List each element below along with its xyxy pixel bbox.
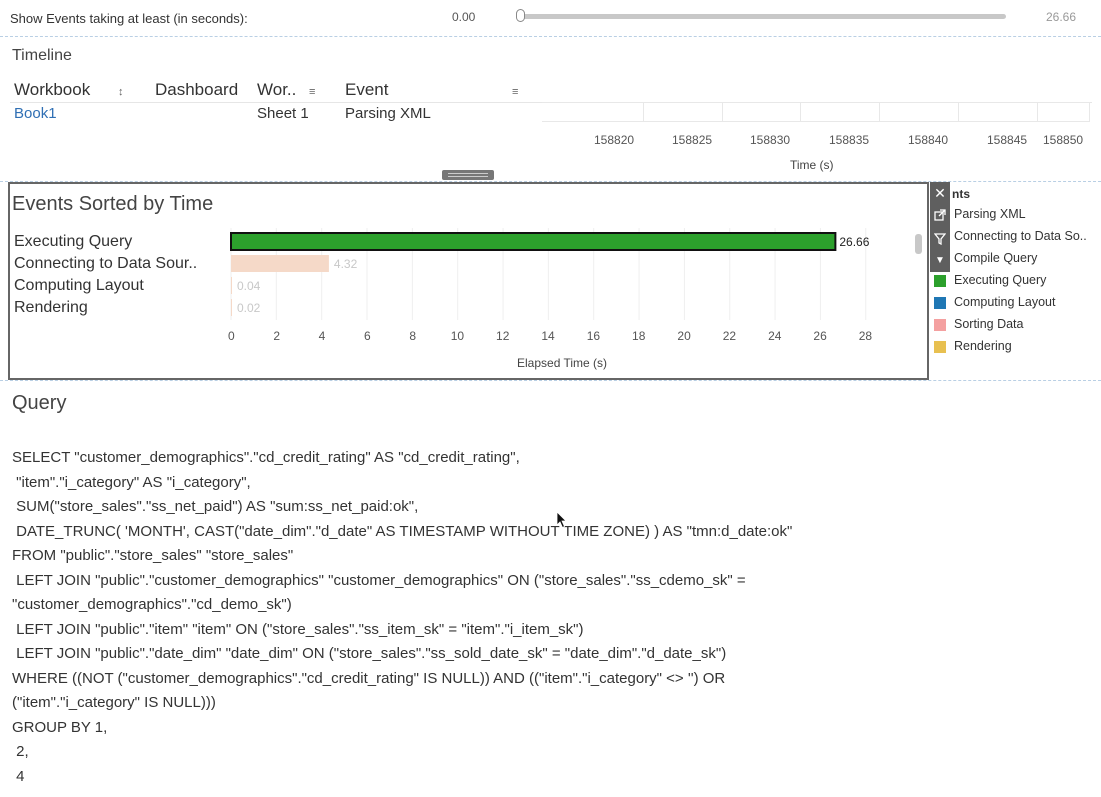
- legend-label: Rendering: [954, 339, 1012, 353]
- sort-icon[interactable]: ≡: [309, 86, 315, 98]
- legend-label: Connecting to Data So..: [954, 229, 1087, 243]
- events-panel-title: Events Sorted by Time: [12, 193, 214, 215]
- x-axis-title: Elapsed Time (s): [517, 356, 608, 370]
- bar-value-label: 0.04: [237, 279, 261, 293]
- timeline-tick-label: 158820: [594, 133, 635, 147]
- x-tick-label: 14: [541, 329, 555, 343]
- timeline-tick-label: 158825: [672, 133, 713, 147]
- section-divider: [0, 380, 1101, 381]
- column-header-workbook[interactable]: Workbook: [14, 80, 90, 100]
- events-scrollbar[interactable]: [915, 234, 922, 254]
- x-tick-label: 0: [228, 329, 235, 343]
- timeline-tick-label: 158840: [908, 133, 949, 147]
- timeline-gridline: [958, 103, 959, 121]
- cell-event: Parsing XML: [345, 105, 431, 122]
- timeline-gridline: [643, 103, 644, 121]
- timeline-tick-label: 158850: [1043, 133, 1084, 147]
- sort-icon[interactable]: ↕: [118, 86, 124, 98]
- legend-label: Sorting Data: [954, 317, 1024, 331]
- x-tick-label: 10: [450, 329, 465, 343]
- legend-label: Compile Query: [954, 251, 1038, 265]
- event-bar[interactable]: [230, 232, 837, 251]
- dropdown-icon[interactable]: ▼: [930, 250, 950, 272]
- category-label: Computing Layout: [14, 277, 144, 294]
- category-label: Executing Query: [14, 233, 133, 250]
- timeline-tick-label: 158835: [829, 133, 870, 147]
- x-tick-label: 6: [364, 329, 371, 343]
- timeline-title: Timeline: [12, 47, 72, 64]
- timeline-gridline: [800, 103, 801, 121]
- x-tick-label: 18: [632, 329, 646, 343]
- column-header-dashboard[interactable]: Dashboard: [155, 80, 238, 100]
- filter-icon[interactable]: [930, 228, 950, 250]
- timeline-gridline: [722, 103, 723, 121]
- x-tick-label: 16: [586, 329, 601, 343]
- legend-title: nts: [952, 187, 970, 201]
- cell-worksheet: Sheet 1: [257, 105, 309, 122]
- mouse-cursor-icon: [556, 511, 567, 529]
- timeline-plot-area[interactable]: [542, 102, 1090, 122]
- x-tick-label: 12: [496, 329, 510, 343]
- column-header-worksheet[interactable]: Wor..: [257, 80, 296, 100]
- min-duration-label: Show Events taking at least (in seconds)…: [10, 11, 248, 26]
- min-duration-value: 0.00: [452, 10, 476, 24]
- x-tick-label: 24: [768, 329, 782, 343]
- close-icon[interactable]: ✕: [930, 182, 950, 204]
- legend-swatch: [934, 319, 946, 331]
- max-duration-value: 26.66: [1046, 10, 1077, 24]
- duration-slider-handle[interactable]: [516, 9, 525, 22]
- section-divider: [0, 36, 1101, 37]
- bar-value-label: 4.32: [334, 257, 358, 271]
- legend-swatch: [934, 341, 946, 353]
- events-bar-chart[interactable]: 26.66 4.32 0.04 0.02: [225, 228, 913, 323]
- x-tick-label: 2: [273, 329, 281, 343]
- timeline-tick-label: 158830: [750, 133, 791, 147]
- timeline-gridline: [879, 103, 880, 121]
- x-tick-label: 8: [409, 329, 417, 343]
- query-text: SELECT "customer_demographics"."cd_credi…: [12, 449, 793, 785]
- category-label: Connecting to Data Sour..: [14, 255, 198, 272]
- legend-label: Parsing XML: [954, 207, 1026, 221]
- x-tick-label: 4: [318, 329, 326, 343]
- legend-swatch: [934, 297, 946, 309]
- legend-label: Computing Layout: [954, 295, 1056, 309]
- event-bar[interactable]: [231, 299, 232, 316]
- column-header-event[interactable]: Event: [345, 80, 388, 100]
- timeline-axis-title: Time (s): [790, 158, 834, 172]
- event-bar[interactable]: [231, 277, 232, 294]
- timeline-tick-label: 158845: [987, 133, 1028, 147]
- pane-resize-handle[interactable]: [442, 170, 494, 180]
- popout-icon[interactable]: [930, 204, 950, 226]
- category-label: Rendering: [14, 299, 88, 316]
- bar-value-label: 26.66: [839, 235, 869, 249]
- cell-workbook[interactable]: Book1: [14, 105, 57, 122]
- x-tick-label: 22: [722, 329, 737, 343]
- timeline-gridline: [1037, 103, 1038, 121]
- legend-swatch: [934, 275, 946, 287]
- sort-icon[interactable]: ≡: [512, 86, 518, 98]
- x-tick-label: 26: [813, 329, 827, 343]
- event-bar[interactable]: [231, 255, 329, 272]
- query-title: Query: [12, 392, 67, 414]
- legend-label: Executing Query: [954, 273, 1047, 287]
- x-tick-label: 28: [858, 329, 873, 343]
- duration-slider-track[interactable]: [520, 14, 1006, 19]
- x-tick-label: 20: [677, 329, 691, 343]
- bar-value-label: 0.02: [237, 301, 261, 315]
